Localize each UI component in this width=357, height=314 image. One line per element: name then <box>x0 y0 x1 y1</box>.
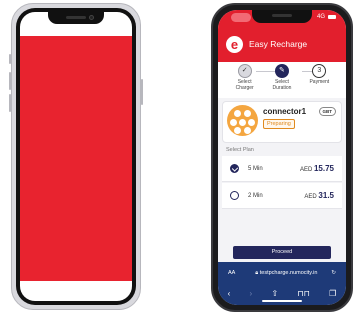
url-text[interactable]: 🔒︎ testpcharge.numocity.in <box>241 270 331 277</box>
plan-option[interactable]: 2 Min AED 31.5 <box>222 183 342 209</box>
plan-option[interactable]: 5 Min AED 15.75 <box>222 156 342 182</box>
proceed-button[interactable]: Proceed <box>233 246 331 259</box>
step-label: Payment <box>309 79 330 85</box>
price-value: 31.5 <box>318 191 334 200</box>
mute-switch <box>9 54 11 64</box>
right-phone: 4G e Easy Recharge ✓ Select Charger ✎ Se… <box>211 3 353 312</box>
share-icon[interactable]: ⇧ <box>271 289 278 298</box>
text-size-button[interactable]: AA <box>228 270 235 276</box>
connector-status-badge: Preparing <box>263 119 295 129</box>
status-indicators: 4G <box>317 14 336 20</box>
volume-down-button <box>9 94 11 112</box>
right-phone-notch <box>252 10 312 23</box>
plan-price: AED 15.75 <box>300 164 334 173</box>
network-label: 4G <box>316 14 325 20</box>
check-icon: ✓ <box>237 64 252 78</box>
step-number: 3 <box>312 64 327 78</box>
camera-icon <box>89 15 94 20</box>
app-logo-icon: e <box>226 35 243 53</box>
step-select-duration[interactable]: ✎ Select Duration <box>263 62 300 98</box>
plan-duration: 5 Min <box>248 165 263 172</box>
radio-checked-icon[interactable] <box>230 164 239 173</box>
speaker-grille <box>66 16 86 19</box>
progress-stepper: ✓ Select Charger ✎ Select Duration 3 Pay… <box>218 62 346 98</box>
bookmarks-icon[interactable]: ⊓⊓ <box>297 289 309 298</box>
stage: 4G e Easy Recharge ✓ Select Charger ✎ Se… <box>0 0 357 314</box>
power-button <box>141 79 143 105</box>
forward-icon[interactable]: › <box>250 289 253 298</box>
currency-label: AED <box>299 167 313 173</box>
plan-price: AED 31.5 <box>304 191 334 200</box>
charger-card[interactable]: connector1 Preparing GBT <box>222 101 342 143</box>
app-header: e Easy Recharge <box>218 26 346 62</box>
speaker-grille <box>272 14 292 17</box>
connector-type-badge: GBT <box>318 107 336 116</box>
recording-pill <box>231 13 251 22</box>
plan-section-title: Select Plan <box>226 147 254 153</box>
battery-icon <box>328 15 336 19</box>
url-value: testpcharge.numocity.in <box>259 269 318 276</box>
plug-icon <box>227 105 258 136</box>
browser-url-bar[interactable]: AA 🔒︎ testpcharge.numocity.in ↻ <box>218 262 346 284</box>
step-label: Duration <box>272 85 292 91</box>
red-screen-area <box>20 36 132 281</box>
volume-up-button <box>9 72 11 90</box>
back-icon[interactable]: ‹ <box>228 289 231 298</box>
step-payment[interactable]: 3 Payment <box>301 62 338 98</box>
left-phone-notch <box>48 12 104 24</box>
step-label: Charger <box>235 85 254 91</box>
app-title: Easy Recharge <box>249 39 308 49</box>
radio-unchecked-icon[interactable] <box>230 191 239 200</box>
left-phone-screen <box>20 12 132 301</box>
currency-label: AED <box>304 194 317 200</box>
step-select-charger[interactable]: ✓ Select Charger <box>226 62 263 98</box>
pencil-icon: ✎ <box>274 64 289 78</box>
tabs-icon[interactable]: ❐ <box>329 289 336 298</box>
right-phone-screen: 4G e Easy Recharge ✓ Select Charger ✎ Se… <box>218 10 346 305</box>
reload-icon[interactable]: ↻ <box>331 270 336 276</box>
home-indicator[interactable] <box>262 300 302 302</box>
connector-name: connector1 <box>263 107 307 116</box>
left-phone <box>9 3 143 310</box>
plan-duration: 2 Min <box>248 192 263 199</box>
price-value: 15.75 <box>313 164 334 173</box>
